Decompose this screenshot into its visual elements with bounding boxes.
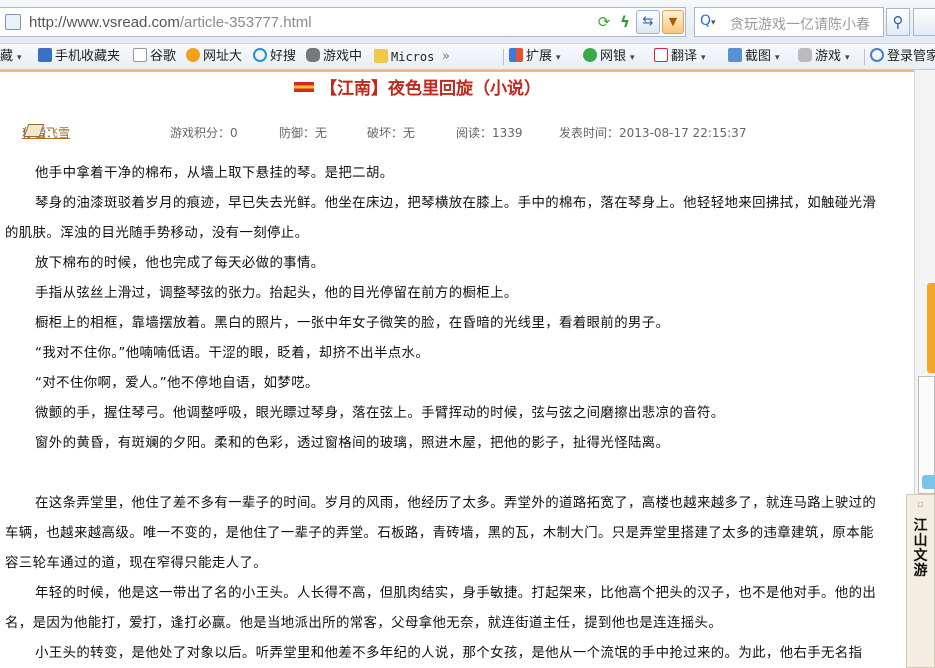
side-float-tab[interactable]	[927, 283, 935, 373]
game-points: 游戏积分：0	[170, 126, 238, 140]
paragraph: 橱柜上的相框，靠墙摆放着。黑白的照片，一张中年女子微笑的脸，在昏暗的光线里，看着…	[35, 316, 670, 331]
paragraph: 小王头的转变，是他处了对象以后。听弄堂里和他差不多年纪的人说，那个女孩，是他从一…	[35, 646, 863, 661]
paragraph: 窗外的黄昏，有斑斓的夕阳。柔和的色彩，透过窗格间的玻璃，照进木屋，把他的影子，扯…	[35, 436, 670, 451]
magnifier-icon: ⚲	[892, 13, 904, 31]
chevron-down-icon: ▾	[701, 53, 706, 63]
favorite-games-center[interactable]: 游戏中	[306, 48, 362, 66]
article-body: 他手中拿着干净的棉布，从墙上取下悬挂的琴。是把二胡。 琴身的油漆斑驳着岁月的痕迹…	[5, 159, 879, 668]
toolbar-extensions[interactable]: 扩展 ▾	[509, 48, 561, 66]
back-forward-button[interactable]: ⇆	[636, 10, 660, 34]
extension-icon	[509, 48, 523, 62]
read-count: 阅读：1339	[456, 126, 523, 140]
small-icon: ▫	[917, 500, 924, 510]
search-input[interactable]: Q▾ 贪玩游戏一亿请陈小春	[694, 7, 884, 37]
gamepad-icon	[306, 48, 320, 62]
divider	[864, 49, 865, 65]
phone-icon	[38, 48, 52, 62]
toolbar-translate[interactable]: 翻译 ▾	[654, 48, 706, 66]
chevron-down-icon: ▾	[775, 53, 780, 63]
chevron-down-icon: ▾	[630, 53, 635, 63]
toolbar-screenshot[interactable]: 截图 ▾	[728, 48, 780, 66]
favorites-folder[interactable]: 藏 ▾	[0, 48, 22, 66]
chevron-down-icon: ▾	[556, 53, 561, 63]
side-float-panel[interactable]	[918, 376, 935, 494]
page-icon	[133, 48, 147, 62]
address-bar[interactable]: http://www.vsread.com/article-353777.htm…	[0, 7, 686, 37]
article-page: 【江南】夜色里回旋（小说） 作者：冰山飞雪 游戏积分：0 防御：无 破坏：无 阅…	[0, 70, 914, 668]
break-stat: 破坏：无	[367, 126, 416, 140]
defense-stat: 防御：无	[279, 126, 328, 140]
search-engine-selector[interactable]: Q▾	[700, 13, 716, 29]
chevron-down-icon: ▾	[845, 53, 850, 63]
divider	[503, 49, 504, 65]
favorites-bar: 藏 ▾ 手机收藏夹 谷歌 网址大 好搜 游戏中 Micros » 扩展 ▾ 网银 ▾ …	[0, 44, 935, 70]
paragraph: 琴身的油漆斑驳着岁月的痕迹，早已失去光鲜。他坐在床边，把琴横放在膝上。手中的棉布…	[5, 196, 877, 241]
favorite-urls[interactable]: 网址大	[186, 48, 242, 66]
favorite-google[interactable]: 谷歌	[133, 48, 176, 66]
page-icon	[5, 14, 21, 30]
paragraph: 在这条弄堂里，他住了差不多有一辈子的时间。岁月的风雨，他经历了太多。弄堂外的道路…	[5, 496, 877, 571]
paragraph: 他手中拿着干净的棉布，从墙上取下悬挂的琴。是把二胡。	[35, 166, 394, 181]
flag-icon	[294, 82, 314, 92]
toolbar-games[interactable]: 游戏 ▾	[798, 48, 850, 66]
paragraph: “对不住你啊，爱人。”他不停地自语，如梦呓。	[35, 376, 319, 391]
globe-icon	[186, 48, 200, 62]
game-icon	[798, 48, 812, 62]
favorite-microsoft[interactable]: Micros	[374, 48, 434, 66]
url-text[interactable]: http://www.vsread.com/article-353777.htm…	[29, 14, 312, 31]
paragraph: 年轻的时候，他是这一带出了名的小王头。人长得不高，但肌肉结实，身手敏捷。打起架来…	[5, 586, 877, 631]
divider	[0, 70, 914, 72]
publish-time: 发表时间：2013-08-17 22:15:37	[559, 126, 747, 140]
article-title: 【江南】夜色里回旋（小说）	[294, 74, 541, 99]
chevron-down-icon[interactable]: ▼	[662, 10, 684, 34]
paragraph: “我对不住你。”他喃喃低语。干涩的眼，眨着，却挤不出半点水。	[35, 346, 430, 361]
favorite-mobile[interactable]: 手机收藏夹	[38, 48, 120, 66]
address-toolbar: http://www.vsread.com/article-353777.htm…	[0, 0, 935, 44]
search-icon	[253, 48, 267, 62]
login-icon	[870, 48, 884, 62]
paragraph: 微颤的手，握住琴弓。他调整呼吸，眼光瞟过琴身，落在弦上。手臂挥动的时候，弦与弦之…	[35, 406, 725, 421]
bank-icon	[583, 48, 597, 62]
paragraph: 手指从弦丝上滑过，调整琴弦的张力。抬起头，他的目光停留在前方的橱柜上。	[35, 286, 518, 301]
folder-icon	[374, 49, 388, 63]
paragraph: 放下棉布的时候，他也完成了每天必做的事情。	[35, 256, 325, 271]
extra-toolbar-button[interactable]	[913, 8, 935, 36]
translate-icon	[654, 48, 668, 62]
toolbar-login-manager[interactable]: 登录管家	[870, 48, 935, 66]
search-button[interactable]: ⚲	[886, 8, 910, 36]
scissors-icon	[728, 48, 742, 62]
favorite-haosou[interactable]: 好搜	[253, 48, 296, 66]
chat-icon[interactable]	[922, 475, 935, 489]
site-side-banner[interactable]: ▫ 江山文游	[906, 494, 935, 668]
refresh-icon[interactable]: ⟳	[593, 11, 615, 33]
lightning-icon[interactable]: ϟ	[614, 11, 636, 33]
chevron-down-icon: ▾	[17, 53, 22, 63]
favorites-overflow[interactable]: »	[442, 48, 450, 66]
toolbar-ebank[interactable]: 网银 ▾	[583, 48, 635, 66]
